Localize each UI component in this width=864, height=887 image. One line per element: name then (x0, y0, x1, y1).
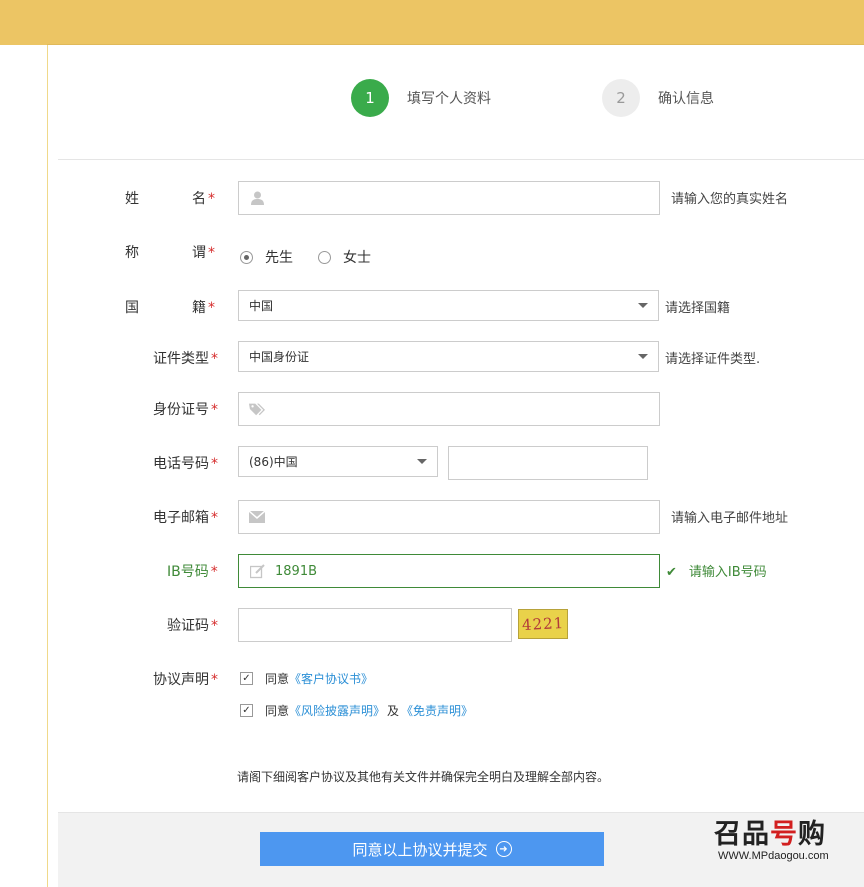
required-mark: * (208, 300, 215, 316)
email-label-text: 电子邮箱 (153, 510, 209, 526)
watermark: 召品号购 WWW.MPdaogou.com (714, 812, 844, 867)
country-code-value: (86)中国 (249, 455, 298, 469)
panel-border (47, 45, 48, 887)
required-mark: * (210, 564, 218, 580)
email-input[interactable] (238, 500, 660, 534)
radio-ms-dot[interactable] (318, 250, 331, 264)
captcha-label: 验证码 * (167, 615, 218, 635)
required-mark: * (211, 618, 218, 634)
required-mark: * (208, 245, 215, 261)
email-hint: 请输入电子邮件地址 (671, 511, 789, 526)
checkbox-2[interactable]: ✓ (240, 704, 253, 717)
user-icon (249, 190, 265, 206)
submit-button[interactable]: 同意以上协议并提交 ➜ (260, 832, 604, 866)
title-label: 称 谓 * (125, 242, 215, 262)
id-type-select[interactable]: 中国身份证 (238, 341, 659, 372)
envelope-icon (249, 509, 265, 525)
id-type-label: 证件类型 * (153, 348, 218, 368)
checkbox-1[interactable]: ✓ (240, 672, 253, 685)
disclaimer-link[interactable]: 《免责声明》 (401, 702, 473, 719)
phone-label-text: 电话号码 (153, 456, 209, 472)
agreement-check-2[interactable]: ✓ 同意 《风险披露声明》 及 《免责声明》 (240, 702, 473, 719)
id-type-value: 中国身份证 (249, 350, 310, 364)
phone-input[interactable] (448, 446, 648, 480)
country-code-select[interactable]: (86)中国 (238, 446, 438, 477)
nationality-select[interactable]: 中国 (238, 290, 659, 321)
chevron-down-icon (417, 459, 427, 464)
step-2: 2 确认信息 (602, 79, 714, 117)
required-mark: * (208, 191, 215, 207)
submit-label: 同意以上协议并提交 (352, 840, 488, 859)
step-1: 1 填写个人资料 (351, 79, 491, 117)
required-mark: * (211, 351, 218, 367)
agreement-2-prefix: 同意 (265, 704, 290, 718)
name-label-char-2: 名 (192, 191, 206, 207)
chevron-down-icon (638, 354, 648, 359)
watermark-title-b: 号 (770, 819, 798, 850)
chevron-down-icon (638, 303, 648, 308)
required-mark: * (211, 456, 218, 472)
nationality-value: 中国 (249, 299, 274, 313)
ib-value: 1891B (275, 563, 318, 579)
captcha-input[interactable] (238, 608, 512, 642)
ib-input[interactable]: 1891B (238, 554, 660, 588)
panel-header (47, 0, 864, 45)
nationality-label-char-1: 国 (125, 300, 139, 316)
watermark-title-a: 召品 (714, 819, 770, 850)
radio-mr[interactable]: 先生 (240, 247, 293, 267)
captcha-label-text: 验证码 (167, 618, 209, 634)
required-mark: * (211, 402, 218, 418)
id-type-hint: 请选择证件类型. (665, 352, 761, 367)
ib-label: IB号码 * (167, 561, 218, 581)
id-number-label-text: 身份证号 (153, 402, 209, 418)
watermark-title-c: 购 (798, 819, 826, 850)
watermark-title: 召品号购 (714, 812, 826, 851)
title-label-char-2: 谓 (192, 245, 206, 261)
edit-icon (249, 563, 265, 579)
captcha-text: 4221 (521, 613, 565, 635)
ib-label-text: IB号码 (167, 564, 209, 580)
nationality-label-char-2: 籍 (192, 300, 206, 316)
agreement-2-joiner: 及 (387, 704, 400, 718)
name-label-char-1: 姓 (125, 191, 139, 207)
step-1-number: 1 (351, 79, 389, 117)
radio-ms-label: 女士 (343, 250, 371, 266)
title-label-char-1: 称 (125, 245, 139, 261)
name-input[interactable] (238, 181, 660, 215)
agreement-label-text: 协议声明 (153, 672, 209, 688)
captcha-image[interactable]: 4221 (518, 609, 568, 639)
agreement-check-1[interactable]: ✓ 同意 《客户协议书》 (240, 670, 373, 687)
required-mark: * (211, 510, 218, 526)
notice-text: 请阁下细阅客户协议及其他有关文件并确保完全明白及理解全部内容。 (237, 770, 610, 784)
required-mark: * (211, 672, 218, 688)
watermark-url: WWW.MPdaogou.com (718, 850, 829, 862)
nationality-hint: 请选择国籍 (665, 301, 731, 316)
id-number-label: 身份证号 * (153, 399, 218, 419)
email-label: 电子邮箱 * (153, 507, 218, 527)
tag-icon (249, 401, 265, 417)
divider (58, 159, 864, 160)
id-type-label-text: 证件类型 (153, 351, 209, 367)
radio-mr-label: 先生 (265, 250, 293, 266)
nationality-label: 国 籍 * (125, 297, 215, 317)
name-hint: 请输入您的真实姓名 (671, 192, 789, 207)
arrow-right-icon: ➜ (495, 841, 512, 857)
radio-mr-dot[interactable] (240, 250, 253, 264)
step-1-label: 填写个人资料 (407, 91, 491, 107)
agreement-1-prefix: 同意 (265, 672, 290, 686)
customer-agreement-link[interactable]: 《客户协议书》 (289, 670, 373, 687)
ib-hint-text: 请输入IB号码 (688, 565, 767, 580)
risk-disclosure-link[interactable]: 《风险披露声明》 (289, 702, 385, 719)
radio-ms[interactable]: 女士 (318, 247, 371, 267)
agreement-label: 协议声明 * (153, 669, 218, 689)
step-2-number: 2 (602, 79, 640, 117)
check-icon: ✔ (666, 565, 677, 580)
name-label: 姓 名 * (125, 188, 215, 208)
id-number-input[interactable] (238, 392, 660, 426)
ib-hint: ✔ 请输入IB号码 (666, 561, 767, 580)
phone-label: 电话号码 * (153, 453, 218, 473)
step-2-label: 确认信息 (658, 91, 714, 107)
